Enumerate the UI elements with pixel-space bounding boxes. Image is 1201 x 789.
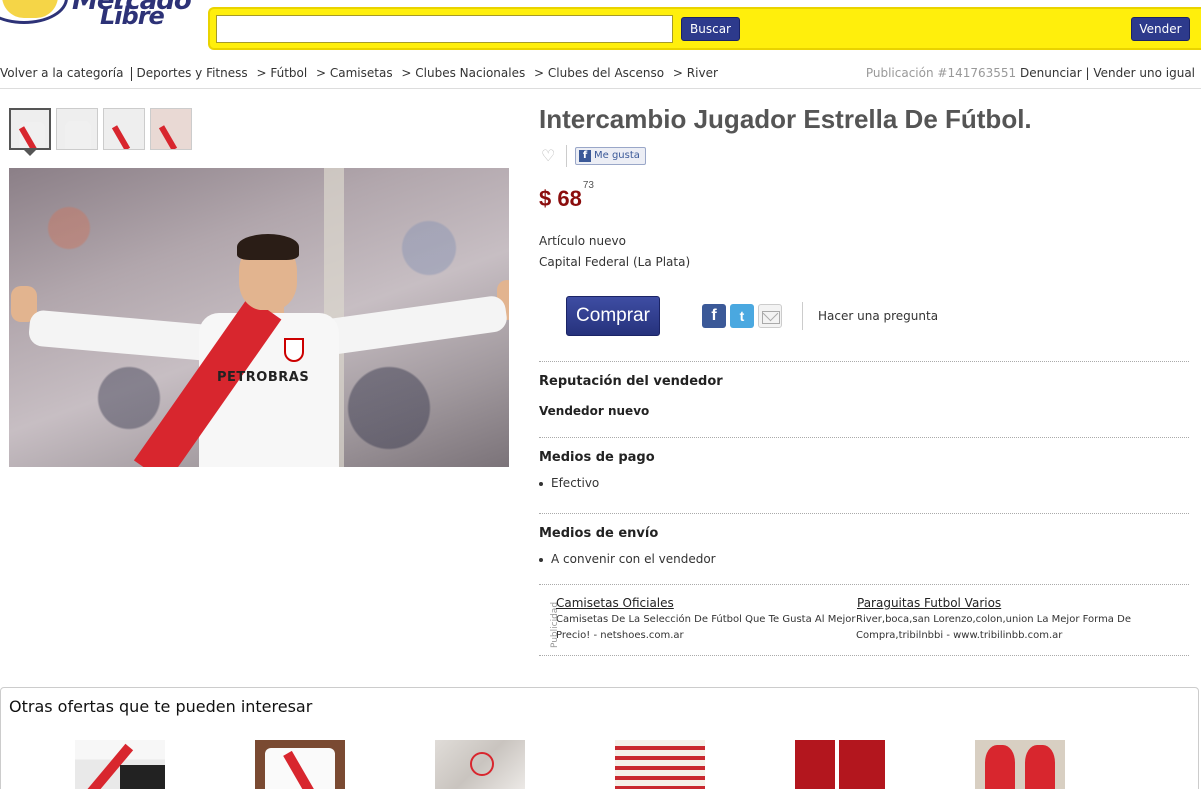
payment-method-label: Efectivo (551, 476, 600, 490)
mercadolibre-logo[interactable]: Mercado Libre (0, 0, 200, 48)
ad-text-camisetas: Camisetas De La Selección De Fútbol Que … (556, 614, 856, 641)
section-divider (539, 361, 1189, 362)
offer-thumbnail-6[interactable] (975, 740, 1065, 789)
bullet-icon (539, 481, 543, 486)
back-to-category-link[interactable]: Volver a la categoría (0, 66, 123, 80)
price-cents: 73 (582, 179, 594, 191)
breadcrumb-item-camisetas[interactable]: > Camisetas (316, 66, 393, 80)
thumbnail-pointer-icon (24, 150, 36, 156)
price-integer: 68 (557, 186, 582, 211)
facebook-like-label: Me gusta (594, 150, 640, 161)
thumbnail-3[interactable] (103, 108, 145, 150)
breadcrumb-item-futbol[interactable]: > Fútbol (256, 66, 307, 80)
twitter-icon[interactable]: t (730, 304, 754, 328)
breadcrumb-item-deportes[interactable]: Deportes y Fitness (136, 66, 247, 80)
report-link[interactable]: Denunciar (1020, 66, 1082, 80)
buy-button[interactable]: Comprar (566, 296, 660, 336)
section-divider (539, 513, 1189, 514)
offer-thumbnail-4[interactable] (615, 740, 705, 789)
share-divider (802, 302, 803, 330)
payment-method-item: Efectivo (539, 476, 599, 490)
section-divider (539, 655, 1189, 656)
ad-title-camisetas[interactable]: Camisetas Oficiales (556, 596, 674, 610)
offer-thumbnail-2[interactable] (255, 740, 345, 789)
breadcrumb-item-clubes-nacionales[interactable]: > Clubes Nacionales (401, 66, 525, 80)
seller-reputation-value: Vendedor nuevo (539, 404, 650, 418)
ad-text-paraguitas: River,boca,san Lorenzo,colon,union La Me… (856, 614, 1131, 641)
product-price: $ 6873 (539, 180, 594, 212)
search-input[interactable] (216, 15, 673, 43)
payment-heading: Medios de pago (539, 450, 655, 465)
publication-info: Publicación #141763551 Denunciar | Vende… (866, 66, 1195, 80)
product-condition: Artículo nuevo (539, 234, 626, 248)
sell-same-link[interactable]: Vender uno igual (1093, 66, 1195, 80)
ask-question-link[interactable]: Hacer una pregunta (818, 309, 938, 323)
offer-thumbnail-5[interactable] (795, 740, 885, 789)
thumbnail-sash-shape (111, 125, 131, 149)
shipping-method-label: A convenir con el vendedor (551, 552, 716, 566)
bullet-icon (539, 557, 543, 562)
facebook-small-icon: f (579, 150, 591, 162)
header-divider (0, 88, 1201, 89)
photo-hair (237, 234, 299, 260)
product-main-image[interactable]: PETROBRAS (9, 168, 509, 467)
other-offers-heading: Otras ofertas que te pueden interesar (9, 697, 313, 716)
shipping-heading: Medios de envío (539, 526, 659, 541)
facebook-like-button[interactable]: f Me gusta (575, 147, 646, 165)
seller-reputation-heading: Reputación del vendedor (539, 374, 723, 389)
thumbnail-4[interactable] (150, 108, 192, 150)
publication-number: Publicación #141763551 (865, 66, 1017, 80)
mail-icon[interactable] (758, 304, 782, 328)
breadcrumb-item-river[interactable]: > River (673, 66, 718, 80)
breadcrumb-divider (131, 66, 133, 81)
section-divider (539, 584, 1189, 585)
sell-button[interactable]: Vender (1131, 17, 1190, 41)
heart-icon[interactable]: ♡ (541, 148, 555, 164)
thumbnail-2[interactable] (56, 108, 98, 150)
price-currency: $ (539, 186, 552, 211)
offer-thumbnail-1[interactable] (75, 740, 165, 789)
offer-thumbnail-3[interactable] (435, 740, 525, 789)
thumbnail-sash-shape (158, 125, 178, 149)
photo-sponsor-text: PETROBRAS (217, 370, 310, 385)
thumbnail-shirt-shape (65, 121, 91, 149)
product-title: Intercambio Jugador Estrella De Fútbol. (539, 104, 1032, 134)
section-divider (539, 437, 1189, 438)
logo-word-libre: Libre (100, 2, 165, 30)
facebook-icon[interactable]: f (702, 304, 726, 328)
like-divider (566, 145, 567, 167)
search-button[interactable]: Buscar (681, 17, 740, 41)
product-location: Capital Federal (La Plata) (539, 255, 691, 269)
ad-title-paraguitas[interactable]: Paraguitas Futbol Varios (857, 596, 1001, 610)
publication-separator: | (1085, 66, 1090, 80)
breadcrumb-item-clubes-ascenso[interactable]: > Clubes del Ascenso (534, 66, 664, 80)
breadcrumb: Volver a la categoría Deportes y Fitness … (0, 66, 723, 81)
shipping-method-item: A convenir con el vendedor (539, 552, 716, 566)
photo-club-badge-icon (284, 338, 304, 362)
thumbnail-1[interactable] (9, 108, 51, 150)
